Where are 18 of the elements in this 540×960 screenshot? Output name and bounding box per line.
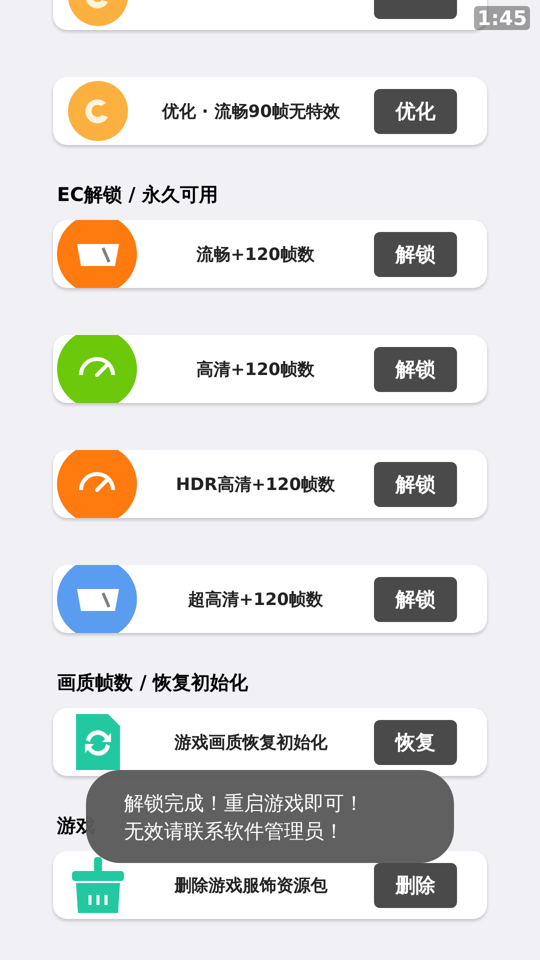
option-label: 删除游戏服饰资源包 xyxy=(173,874,328,896)
option-label: HDR高清+120帧数 xyxy=(174,474,336,496)
video-time: 1:45 xyxy=(474,6,530,30)
section-title: EC解锁 / 永久可用 xyxy=(57,183,218,208)
action-button[interactable]: 优化 xyxy=(374,88,457,134)
section-title: 画质帧数 / 恢复初始化 xyxy=(57,671,248,696)
action-button[interactable]: 解锁 xyxy=(374,346,457,392)
option-label: 超高清+120帧数 xyxy=(186,588,324,610)
option-label: 高清+120帧数 xyxy=(196,358,316,380)
option-label: 流畅+120帧数 xyxy=(196,244,316,266)
action-button[interactable]: 解锁 xyxy=(374,462,457,506)
option-label: 优化 · 流畅90帧无特效 xyxy=(160,100,341,122)
toast-message: 解锁完成！重启游戏即可！ 无效请联系软件管理员！ xyxy=(86,770,454,863)
action-button[interactable]: 解锁 xyxy=(374,576,457,622)
option-label: 游戏画质恢复初始化 xyxy=(174,732,328,754)
action-button[interactable]: 解锁 xyxy=(374,232,457,276)
action-button[interactable]: 删除 xyxy=(374,862,457,908)
action-button[interactable]: 恢复 xyxy=(374,720,457,764)
